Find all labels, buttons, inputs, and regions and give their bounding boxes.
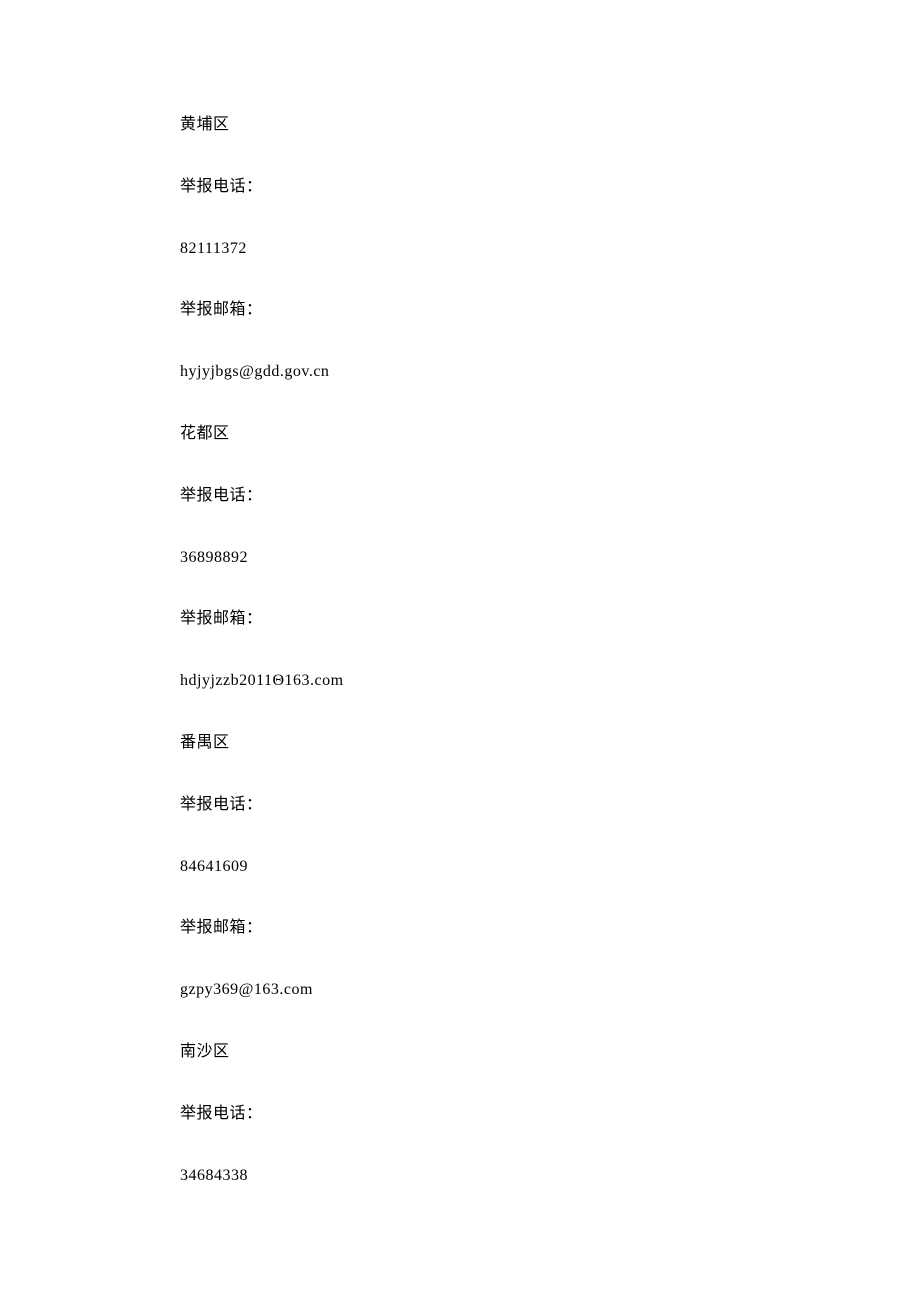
text-line: hyjyjbgs@gdd.gov.cn	[180, 362, 920, 383]
text-line: 34684338	[180, 1166, 920, 1187]
text-line: 举报电话：	[180, 486, 920, 507]
text-line: 南沙区	[180, 1042, 920, 1063]
text-line: 举报邮箱：	[180, 609, 920, 630]
text-line: gzpy369@163.com	[180, 980, 920, 1001]
text-line: 黄埔区	[180, 115, 920, 136]
text-line: 举报电话：	[180, 177, 920, 198]
text-line: 举报电话：	[180, 1104, 920, 1125]
text-line: 举报电话：	[180, 795, 920, 816]
text-line: hdjyjzzb2011Θ163.com	[180, 671, 920, 692]
text-line: 82111372	[180, 239, 920, 260]
text-line: 举报邮箱：	[180, 918, 920, 939]
text-line: 举报邮箱：	[180, 300, 920, 321]
text-line: 84641609	[180, 857, 920, 878]
text-line: 36898892	[180, 548, 920, 569]
document-content: 黄埔区 举报电话： 82111372 举报邮箱： hyjyjbgs@gdd.go…	[180, 115, 920, 1227]
text-line: 花都区	[180, 424, 920, 445]
text-line: 番禺区	[180, 733, 920, 754]
